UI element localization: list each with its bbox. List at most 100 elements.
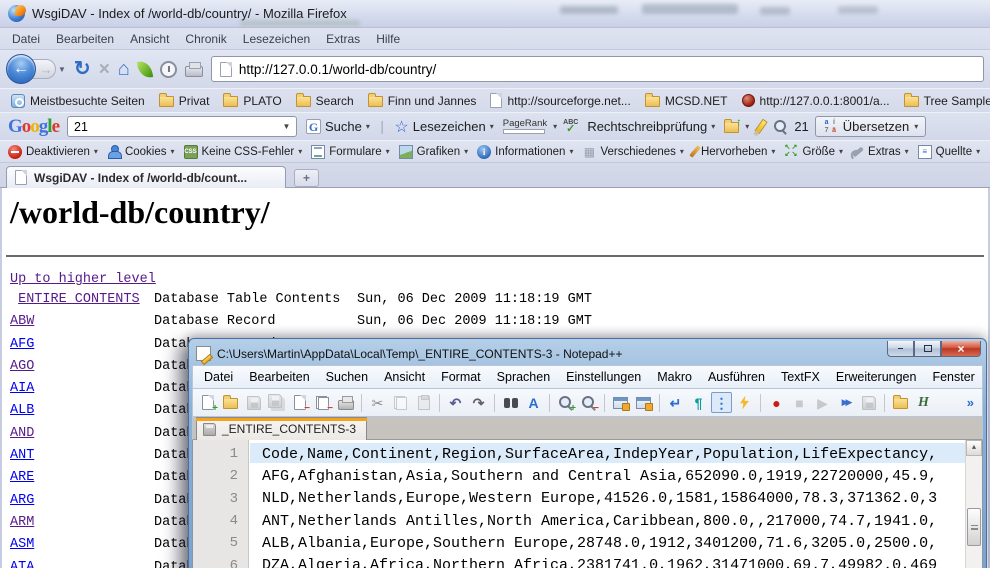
entry-link[interactable]: ALB [10,403,34,418]
url-bar[interactable]: http://127.0.0.1/world-db/country/ [211,56,984,82]
vertical-scrollbar[interactable]: ▲ [965,440,982,568]
devbar-item[interactable]: Extras▾ [849,145,912,159]
maximize-button[interactable] [914,341,941,357]
editor-line[interactable]: 1Code,Name,Continent,Region,SurfaceArea,… [193,443,965,465]
document-tab[interactable]: _ENTIRE_CONTENTS-3 [196,417,367,440]
bookmark-item[interactable]: MCSD.NET [640,92,733,110]
editor-line[interactable]: 4ANT,Netherlands Antilles,North America,… [193,510,965,532]
bookmark-item[interactable]: Tree Samples [899,92,990,110]
home-button[interactable]: ⌂ [118,59,130,79]
word-wrap-icon[interactable]: ↵ [665,392,686,413]
copy-icon[interactable] [390,392,411,413]
entry-link[interactable]: ATA [10,560,34,568]
reload-button[interactable]: ↻ [74,59,91,79]
bookmark-item[interactable]: http://sourceforge.net... [485,91,635,110]
find-icon[interactable] [500,392,521,413]
devbar-item[interactable]: Grafiken▾ [396,144,471,160]
menu-item-extras[interactable]: Extras [318,29,368,49]
stop-button[interactable]: × [99,60,110,79]
send-to-icon[interactable] [724,122,739,133]
npp-menu-item-textfx[interactable]: TextFX [773,367,828,387]
redo-icon[interactable]: ↷ [468,392,489,413]
devbar-item[interactable]: Deaktivieren▾ [5,144,101,160]
function-list-icon[interactable] [734,392,755,413]
translate-button[interactable]: aí7ä Übersetzen ▾ [815,116,927,137]
zoom-in-icon[interactable]: + [555,392,576,413]
line-text[interactable]: Code,Name,Continent,Region,SurfaceArea,I… [249,446,937,463]
chevron-down-icon[interactable]: ▾ [745,122,749,131]
editor-line[interactable]: 3NLD,Netherlands,Europe,Western Europe,4… [193,488,965,510]
entry-link[interactable]: ASM [10,537,34,552]
chevron-down-icon[interactable]: ▾ [771,147,775,156]
up-to-higher-level-link[interactable]: Up to higher level [10,272,156,287]
chevron-down-icon[interactable]: ▾ [680,147,684,156]
entry-link[interactable]: ARM [10,515,34,530]
entry-link[interactable]: AFG [10,337,34,352]
chevron-down-icon[interactable]: ▾ [464,147,468,156]
firefox-titlebar[interactable]: WsgiDAV - Index of /world-db/country/ - … [0,0,990,28]
scrollbar-thumb[interactable] [967,508,981,546]
highlighter-icon[interactable] [755,119,769,135]
bookmark-item[interactable]: Search [291,92,359,110]
save-all-icon[interactable] [266,392,287,413]
new-file-icon[interactable]: + [197,392,218,413]
devbar-item[interactable]: ↖↗↙↘Größe▾ [781,144,846,160]
entry-link[interactable]: ABW [10,314,34,329]
chevron-down-icon[interactable]: ▾ [839,147,843,156]
back-button[interactable]: ← [6,54,36,84]
explorer-icon[interactable] [890,392,911,413]
word-find-icon[interactable] [773,119,788,134]
bookmark-item[interactable]: Privat [154,92,215,110]
show-symbols-icon[interactable]: ¶ [688,392,709,413]
menu-item-hilfe[interactable]: Hilfe [368,29,408,49]
entry-link[interactable]: ARG [10,493,34,508]
devbar-item[interactable]: Cookies▾ [104,144,178,160]
history-dropdown-icon[interactable]: ▼ [58,65,66,74]
npp-menu-item-makro[interactable]: Makro [649,367,700,387]
entry-link[interactable]: ANT [10,448,34,463]
menu-item-chronik[interactable]: Chronik [177,29,234,49]
chevron-down-icon[interactable]: ▾ [914,122,918,131]
macro-save-icon[interactable] [858,392,879,413]
minimize-button[interactable]: – [887,341,914,357]
npp-menu-item-?[interactable]: ? [983,367,990,387]
macro-stop-icon[interactable]: ■ [789,392,810,413]
macro-record-icon[interactable]: ● [766,392,787,413]
devbar-item[interactable]: Formulare▾ [308,144,392,160]
cut-icon[interactable]: ✂ [367,392,388,413]
entry-link[interactable]: AIA [10,381,34,396]
tab-wsgidav[interactable]: WsgiDAV - Index of /world-db/count... [6,166,286,188]
line-text[interactable]: ANT,Netherlands Antilles,North America,C… [249,513,937,530]
chevron-down-icon[interactable]: ▾ [976,147,980,156]
chevron-down-icon[interactable]: ▾ [298,147,302,156]
line-text[interactable]: NLD,Netherlands,Europe,Western Europe,41… [249,490,937,507]
close-doc-icon[interactable]: − [289,392,310,413]
print-icon[interactable] [335,392,356,413]
bookmark-item[interactable]: Finn und Jannes [363,92,482,110]
entry-link[interactable]: AGO [10,359,34,374]
npp-menu-item-erweiterungen[interactable]: Erweiterungen [828,367,925,387]
editor-line[interactable]: 2AFG,Afghanistan,Asia,Southern and Centr… [193,465,965,487]
editor-lines[interactable]: 1Code,Name,Continent,Region,SurfaceArea,… [193,443,965,568]
google-search-input[interactable]: 21 ▼ [67,116,297,137]
npp-menu-item-format[interactable]: Format [433,367,489,387]
spellcheck-button[interactable]: Rechtschreibprüfung ▾ [584,117,718,136]
editor-area[interactable]: 1Code,Name,Continent,Region,SurfaceArea,… [192,440,983,568]
google-bookmarks-button[interactable]: ☆ Lesezeichen ▾ [391,115,496,139]
zoom-out-icon[interactable]: − [578,392,599,413]
editor-line[interactable]: 6DZA,Algeria,Africa,Northern Africa,2381… [193,554,965,568]
bookmark-item[interactable]: http://127.0.0.1:8001/a... [737,92,895,110]
chevron-down-icon[interactable]: ▾ [171,147,175,156]
close-all-docs-icon[interactable]: − [312,392,333,413]
npp-menu-item-suchen[interactable]: Suchen [318,367,376,387]
url-text[interactable]: http://127.0.0.1/world-db/country/ [239,62,436,77]
toolbar-overflow-chevron[interactable]: » [967,395,974,410]
macro-play-icon[interactable]: ▶ [812,392,833,413]
npp-menu-item-einstellungen[interactable]: Einstellungen [558,367,649,387]
line-text[interactable]: DZA,Algeria,Africa,Northern Africa,23817… [249,557,937,568]
devbar-item[interactable]: Hervorheben▾ [690,144,779,159]
npp-menu-item-ausfhren[interactable]: Ausführen [700,367,773,387]
npp-menu-item-fenster[interactable]: Fenster [924,367,982,387]
chevron-down-icon[interactable]: ▾ [569,147,573,156]
google-search-value[interactable]: 21 [74,120,88,134]
